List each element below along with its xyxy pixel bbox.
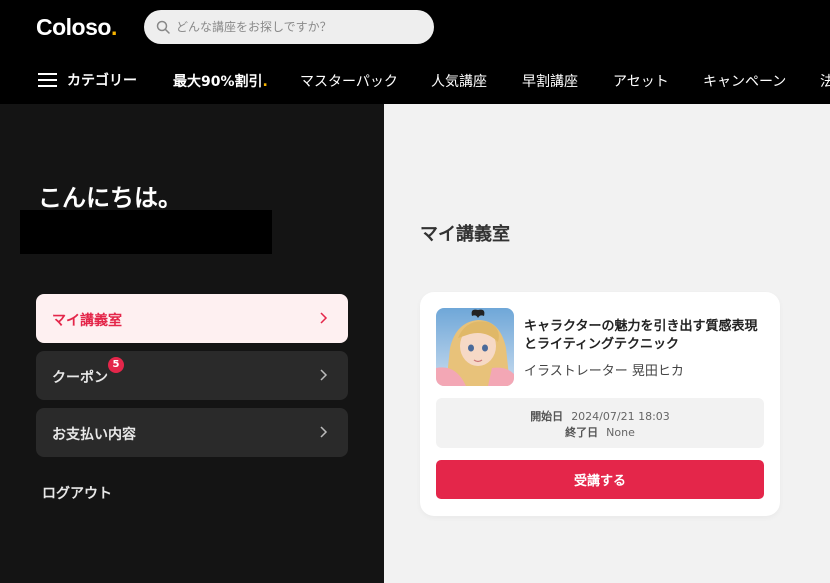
logout-link[interactable]: ログアウト (42, 483, 112, 503)
nav-item-popular[interactable]: 人気講座 (431, 71, 487, 91)
nav-item-discount[interactable]: 最大90%割引. (173, 71, 268, 91)
nav-item-campaign[interactable]: キャンペーン (703, 71, 786, 91)
sidebar-item-label: マイ講義室 (52, 313, 122, 329)
page-title: マイ講義室 (420, 224, 510, 245)
course-title[interactable]: キャラクターの魅力を引き出す質感表現とライティングテクニック (524, 318, 764, 354)
redacted-username (20, 210, 272, 254)
search-icon (156, 20, 170, 34)
course-thumbnail-image (436, 308, 514, 386)
nav-item-early-bird[interactable]: 早割講座 (522, 71, 578, 91)
nav-item-assets[interactable]: アセット (613, 71, 669, 91)
nav-item-truncated[interactable]: 法 (820, 71, 830, 91)
course-instructor: イラストレーター 晃田ヒカ (524, 364, 684, 379)
course-card: キャラクターの魅力を引き出す質感表現とライティングテクニック イラストレーター … (420, 292, 780, 516)
nav-item-master-pack[interactable]: マスターパック (300, 71, 398, 91)
main-nav: カテゴリー 最大90%割引. マスターパック 人気講座 早割講座 アセット キャ… (0, 62, 830, 98)
search-input[interactable] (176, 10, 426, 44)
sidebar-item-coupon[interactable]: クーポン 5 (36, 351, 348, 400)
sidebar-item-label: クーポン (52, 370, 108, 386)
chevron-right-icon (320, 312, 328, 324)
end-date-row: 終了日 None (565, 426, 635, 439)
start-course-button[interactable]: 受講する (436, 460, 764, 499)
coloso-logo[interactable]: Coloso. (36, 14, 117, 41)
category-label: カテゴリー (67, 73, 137, 89)
course-thumbnail[interactable] (436, 308, 514, 386)
top-header: Coloso. カテゴリー 最大90%割引. マスターパック 人気講座 早割講座… (0, 0, 830, 104)
main-content: マイ講義室 キャラクターの魅力を引き出す質感表現とライティングテクニック イラス… (384, 104, 830, 583)
hamburger-icon (38, 73, 57, 87)
start-date-row: 開始日 2024/07/21 18:03 (530, 410, 670, 423)
chevron-right-icon (320, 369, 328, 381)
sidebar-item-my-classroom[interactable]: マイ講義室 (36, 294, 348, 343)
course-period: 開始日 2024/07/21 18:03 終了日 None (436, 398, 764, 448)
sidebar-item-payments[interactable]: お支払い内容 (36, 408, 348, 457)
search-bar[interactable] (144, 10, 434, 44)
category-menu-button[interactable]: カテゴリー (38, 70, 137, 90)
coupon-count-badge: 5 (108, 357, 124, 373)
chevron-right-icon (320, 426, 328, 438)
sidebar-item-label: お支払い内容 (52, 427, 136, 443)
greeting-text: こんにちは。 (38, 184, 182, 212)
account-sidebar: こんにちは。 マイ講義室 クーポン 5 お支払い内容 ログアウト (0, 104, 384, 583)
